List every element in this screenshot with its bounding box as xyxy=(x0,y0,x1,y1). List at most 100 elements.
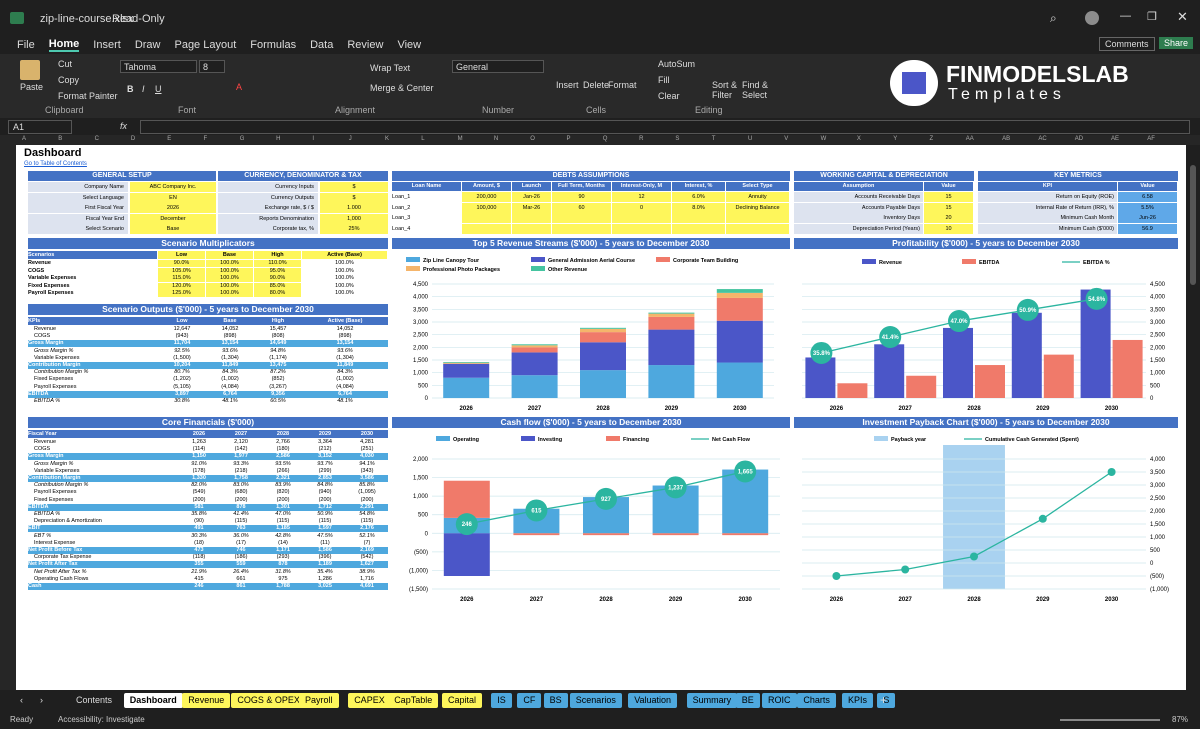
column-header[interactable]: C xyxy=(95,136,99,142)
column-header[interactable]: AE xyxy=(1111,136,1119,142)
tab-capital[interactable]: Capital xyxy=(442,693,483,708)
row-value[interactable]: Base xyxy=(130,224,216,234)
tab-summary[interactable]: Summary xyxy=(686,693,738,708)
menu-home[interactable]: Home xyxy=(48,38,80,52)
wrap-text-button[interactable]: Wrap Text xyxy=(370,63,410,73)
row-value[interactable]: 6.0% xyxy=(672,192,725,202)
row-value[interactable]: 100.0% xyxy=(206,260,253,267)
row-value[interactable]: 120.0% xyxy=(158,282,205,290)
column-header[interactable]: D xyxy=(131,136,135,142)
column-header[interactable]: O xyxy=(530,136,535,142)
row-value[interactable] xyxy=(462,213,511,223)
column-header[interactable]: B xyxy=(58,136,62,142)
minimize-icon[interactable]: — xyxy=(1120,10,1131,22)
row-value[interactable]: 60 xyxy=(552,202,611,213)
row-value[interactable]: Jun-26 xyxy=(1118,213,1177,223)
row-value[interactable]: 1,000 xyxy=(320,213,388,224)
column-header[interactable]: I xyxy=(312,136,314,142)
name-box[interactable]: A1 xyxy=(8,120,72,134)
column-header[interactable]: AC xyxy=(1038,136,1046,142)
row-value[interactable]: 95.0% xyxy=(254,267,301,275)
merge-center-button[interactable]: Merge & Center xyxy=(370,83,434,93)
find-select-button[interactable]: Find & Select xyxy=(742,80,772,100)
row-value[interactable]: 0 xyxy=(612,202,671,213)
column-header[interactable]: Y xyxy=(893,136,897,142)
column-header[interactable]: K xyxy=(385,136,389,142)
row-value[interactable] xyxy=(726,223,789,234)
autosum-button[interactable]: AutoSum xyxy=(658,59,695,69)
format-painter-button[interactable]: Format Painter xyxy=(58,91,118,101)
tab-is[interactable]: IS xyxy=(491,693,512,708)
row-value[interactable]: Declining Balance xyxy=(726,202,789,213)
tab-kpis[interactable]: KPIs xyxy=(842,693,874,708)
row-value[interactable]: 115.0% xyxy=(158,275,205,282)
column-header[interactable]: AD xyxy=(1075,136,1083,142)
menu-file[interactable]: File xyxy=(17,39,35,51)
row-value[interactable]: $ xyxy=(320,192,388,203)
insert-cells-button[interactable]: Insert xyxy=(556,80,579,90)
menu-data[interactable]: Data xyxy=(310,39,333,51)
comments-button[interactable]: Comments xyxy=(1099,37,1155,51)
tab-roic[interactable]: ROIC xyxy=(762,693,797,708)
row-value[interactable]: 15 xyxy=(924,192,973,202)
cut-button[interactable]: Cut xyxy=(58,59,72,69)
row-value[interactable]: 110.0% xyxy=(254,260,301,267)
column-header[interactable]: AA xyxy=(966,136,974,142)
tab-payroll[interactable]: Payroll xyxy=(299,693,339,708)
paste-icon[interactable] xyxy=(20,60,40,80)
column-header[interactable]: R xyxy=(639,136,643,142)
tab-capex[interactable]: CAPEX xyxy=(348,693,391,708)
font-color-icon[interactable]: A xyxy=(236,82,242,92)
row-value[interactable]: EN xyxy=(130,192,216,203)
tab-scroll-right-icon[interactable]: › xyxy=(40,695,43,705)
row-value[interactable]: 1.000 xyxy=(320,203,388,213)
close-icon[interactable]: ✕ xyxy=(1177,9,1188,25)
column-header[interactable]: H xyxy=(276,136,280,142)
copy-button[interactable]: Copy xyxy=(58,75,79,85)
column-header[interactable]: Z xyxy=(930,136,934,142)
tab-cf[interactable]: CF xyxy=(517,693,542,708)
row-value[interactable]: Annuity xyxy=(726,192,789,202)
menu-review[interactable]: Review xyxy=(347,39,383,51)
clear-button[interactable]: Clear xyxy=(658,91,680,101)
tab-dashboard[interactable]: Dashboard xyxy=(123,693,183,708)
row-value[interactable]: 2026 xyxy=(130,203,216,213)
vertical-scrollbar[interactable] xyxy=(1186,145,1200,690)
tab-scenarios[interactable]: Scenarios xyxy=(569,693,622,708)
column-header[interactable]: Q xyxy=(603,136,608,142)
row-value[interactable]: 80.0% xyxy=(254,290,301,297)
row-value[interactable] xyxy=(552,213,611,223)
tab-cogs-opex[interactable]: COGS & OPEX xyxy=(231,693,306,708)
read-only-label[interactable]: Read-Only xyxy=(112,13,165,25)
menu-insert[interactable]: Insert xyxy=(93,39,121,51)
worksheet[interactable]: Dashboard Go to Table of Contents GENERA… xyxy=(16,145,1186,690)
zoom-slider[interactable] xyxy=(1060,719,1160,721)
column-header[interactable]: V xyxy=(784,136,788,142)
italic-button[interactable]: I xyxy=(142,84,145,94)
bold-button[interactable]: B xyxy=(127,84,134,94)
sort-filter-button[interactable]: Sort & Filter xyxy=(712,80,742,100)
underline-button[interactable]: U xyxy=(155,84,162,94)
column-header[interactable]: M xyxy=(458,136,463,142)
tab-valuation[interactable]: Valuation xyxy=(628,693,678,708)
tab-contents[interactable]: Contents xyxy=(70,693,119,708)
menu-view[interactable]: View xyxy=(397,39,421,51)
paste-button[interactable]: Paste xyxy=(20,82,43,92)
share-button[interactable]: Share xyxy=(1159,37,1194,49)
column-header[interactable]: T xyxy=(712,136,716,142)
menu-page-layout[interactable]: Page Layout xyxy=(174,39,236,51)
column-header[interactable]: AB xyxy=(1002,136,1010,142)
fx-icon[interactable]: fx xyxy=(120,121,127,131)
toc-link[interactable]: Go to Table of Contents xyxy=(24,161,87,167)
row-value[interactable]: 90.0% xyxy=(158,260,205,267)
column-header[interactable]: L xyxy=(421,136,424,142)
accessibility-status[interactable]: Accessibility: Investigate xyxy=(58,715,145,724)
row-value[interactable]: 100.0% xyxy=(206,275,253,282)
menu-draw[interactable]: Draw xyxy=(135,39,161,51)
tab-scroll-left-icon[interactable]: ‹ xyxy=(20,695,23,705)
row-value[interactable]: 200,000 xyxy=(462,192,511,202)
row-value[interactable]: 85.0% xyxy=(254,282,301,290)
row-value[interactable]: $ xyxy=(320,182,388,192)
row-value[interactable] xyxy=(672,223,725,234)
column-header[interactable]: S xyxy=(675,136,679,142)
